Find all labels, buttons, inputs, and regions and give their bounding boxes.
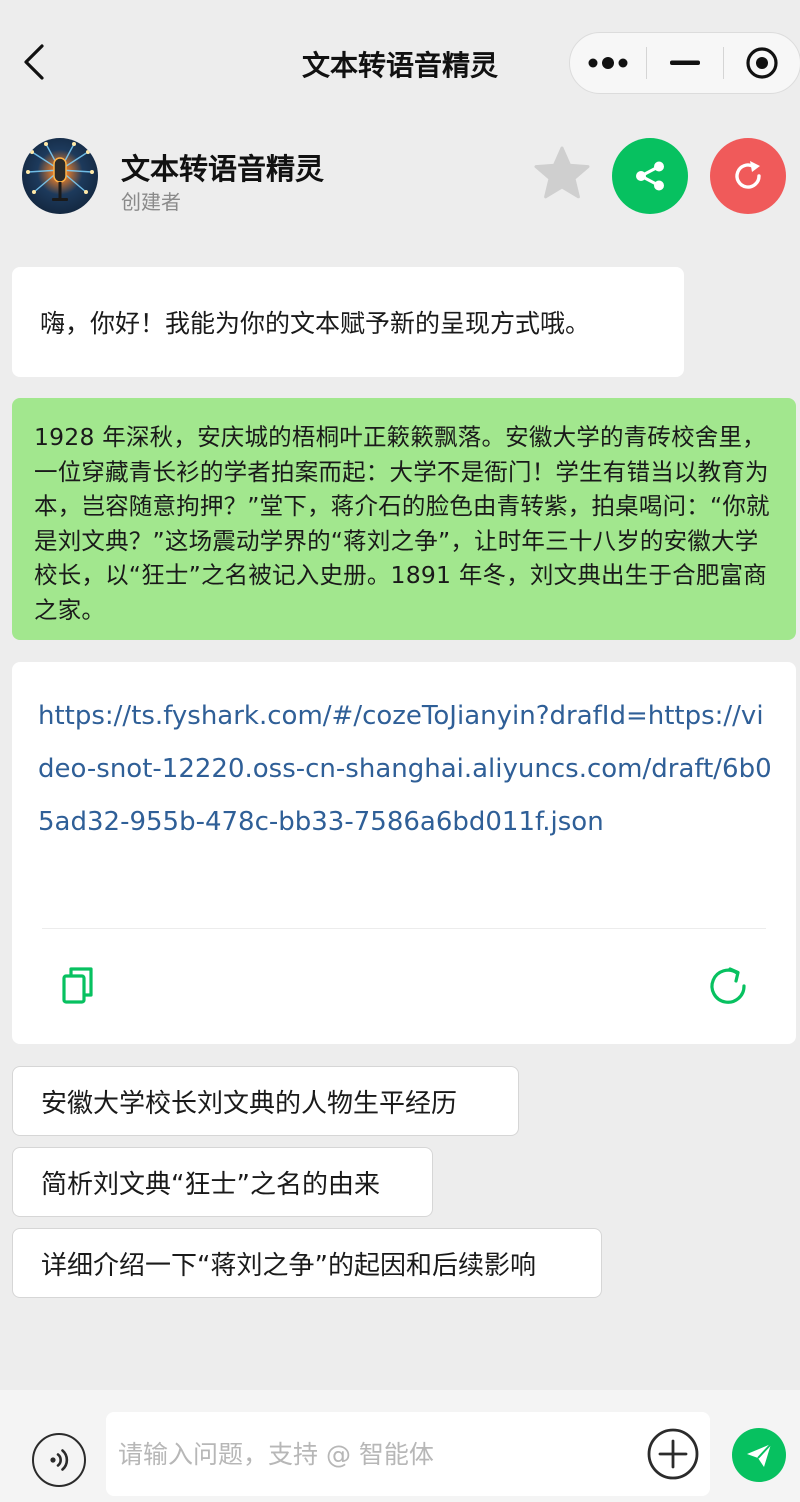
plus-icon [647,1428,699,1480]
voice-icon [50,1449,69,1471]
star-icon [534,146,590,199]
reply-link[interactable]: https://ts.fyshark.com/#/cozeToJianyin?d… [38,690,778,849]
more-button[interactable] [570,33,646,93]
bot-role: 创建者 [121,190,181,214]
input-bar [0,1390,800,1502]
share-icon [636,161,664,191]
reset-conversation-button[interactable] [710,138,786,214]
minimize-button[interactable] [647,33,723,93]
greeting-text: 嗨，你好！我能为你的文本赋予新的呈现方式哦。 [40,309,591,338]
microphone-avatar-icon [26,142,94,201]
suggestion-chip[interactable]: 安徽大学校长刘文典的人物生平经历 [12,1066,519,1136]
nav-bar: 文本转语音精灵 [0,0,800,110]
favorite-button[interactable] [532,144,592,204]
bot-greeting-message: 嗨，你好！我能为你的文本赋予新的呈现方式哦。 [12,267,684,377]
suggestion-label: 安徽大学校长刘文典的人物生平经历 [41,1088,458,1119]
suggestion-chip[interactable]: 详细介绍一下“蒋刘之争”的起因和后续影响 [12,1228,602,1298]
share-button[interactable] [612,138,688,214]
reply-divider [42,928,766,929]
user-message-text: 1928 年深秋，安庆城的梧桐叶正簌簌飘落。安徽大学的青砖校舍里，一位穿藏青长衫… [34,423,770,624]
bot-header: 文本转语音精灵 创建者 [0,110,800,240]
suggestion-label: 详细介绍一下“蒋刘之争”的起因和后续影响 [41,1250,536,1281]
minimize-icon [670,60,700,65]
copy-icon [62,967,93,1004]
question-input[interactable] [106,1412,710,1496]
more-dots-icon [588,57,628,69]
send-icon [747,1443,772,1467]
close-button[interactable] [724,33,800,93]
bot-reply-card: https://ts.fyshark.com/#/cozeToJianyin?d… [12,662,796,1044]
copy-button[interactable] [58,964,98,1008]
bot-avatar [22,138,98,214]
add-attachment-button[interactable] [646,1427,700,1481]
refresh-icon [735,161,761,189]
bot-name: 文本转语音精灵 [121,152,325,186]
regenerate-icon [710,967,746,1004]
send-button[interactable] [732,1428,786,1482]
suggestion-chip[interactable]: 简析刘文典“狂士”之名的由来 [12,1147,433,1217]
voice-input-button[interactable] [32,1433,86,1487]
close-target-icon [746,47,778,79]
regenerate-button[interactable] [706,964,750,1008]
suggestion-label: 简析刘文典“狂士”之名的由来 [41,1169,380,1200]
user-message: 1928 年深秋，安庆城的梧桐叶正簌簌飘落。安徽大学的青砖校舍里，一位穿藏青长衫… [12,398,796,640]
mini-program-capsule [569,32,800,94]
